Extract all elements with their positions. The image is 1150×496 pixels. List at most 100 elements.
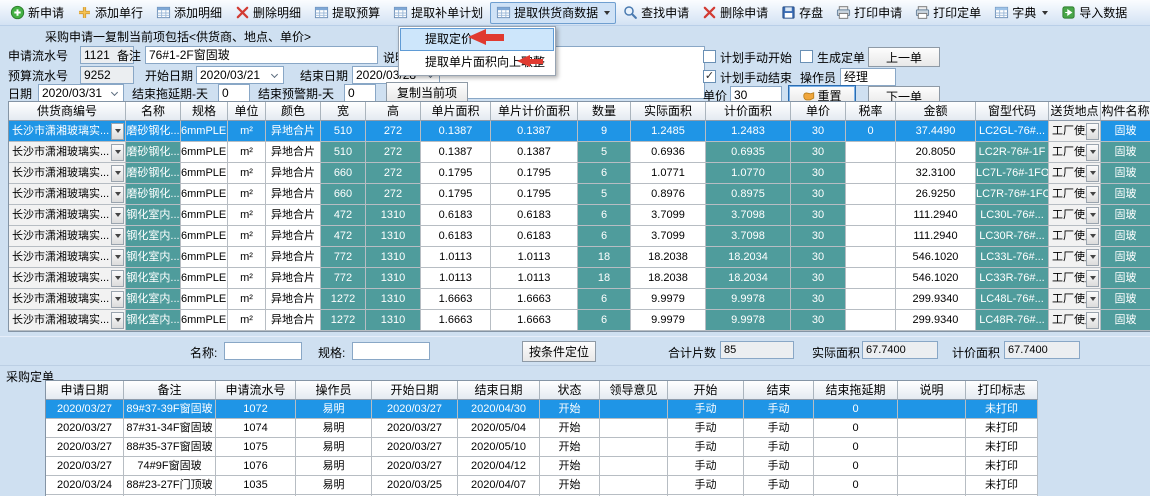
toolbar-button-print-application[interactable]: 打印申请 xyxy=(830,2,908,24)
checkbox-generate-order[interactable] xyxy=(800,50,813,63)
cell-component-name[interactable]: 固玻 xyxy=(1101,247,1150,268)
cell-piece-priced-area[interactable]: 0.6183 xyxy=(491,226,578,247)
cell-unit[interactable]: m² xyxy=(228,184,266,205)
cell-width[interactable]: 510 xyxy=(321,142,366,163)
cell-qty[interactable]: 6 xyxy=(578,226,631,247)
cell-supplier[interactable]: 长沙市潇湘玻璃实... xyxy=(9,142,126,163)
cell-leader-opinion[interactable] xyxy=(600,438,668,457)
cell-actual-area[interactable]: 18.2038 xyxy=(631,247,706,268)
cell-unit-price[interactable]: 30 xyxy=(791,310,846,331)
cell-apply-date[interactable]: 2020/03/27 xyxy=(46,419,124,438)
cell-color[interactable]: 异地合片 xyxy=(266,205,321,226)
cell-supplier[interactable]: 长沙市潇湘玻璃实... xyxy=(9,289,126,310)
cell-height[interactable]: 1310 xyxy=(366,226,421,247)
cell-qty[interactable]: 9 xyxy=(578,121,631,142)
cell-priced-area[interactable]: 3.7098 xyxy=(706,205,791,226)
cell-print-flag[interactable]: 未打印 xyxy=(966,400,1038,419)
combo-arrow-icon[interactable] xyxy=(1086,186,1099,203)
budget-serial-field[interactable]: 9252 xyxy=(80,66,134,84)
column-header-apply-date[interactable]: 申请日期 xyxy=(46,381,124,400)
column-header-piece-area[interactable]: 单片面积 xyxy=(421,102,491,121)
cell-width[interactable]: 1272 xyxy=(321,289,366,310)
cell-color[interactable]: 异地合片 xyxy=(266,268,321,289)
cell-delivery-location[interactable]: 工厂使用 xyxy=(1049,205,1101,226)
cell-spec[interactable]: 6mmPLE... xyxy=(181,247,228,268)
cell-window-code[interactable]: LC7L-76#-1FO xyxy=(976,163,1049,184)
cell-start-date[interactable]: 2020/03/27 xyxy=(372,438,458,457)
cell-piece-priced-area[interactable]: 0.1387 xyxy=(491,142,578,163)
table-row[interactable]: 2020/03/2789#37-39F窗固玻1072易明2020/03/2720… xyxy=(46,400,1036,419)
cell-piece-priced-area[interactable]: 1.6663 xyxy=(491,310,578,331)
toolbar-button-delete-detail[interactable]: 删除明细 xyxy=(229,2,307,24)
cell-status[interactable]: 开始 xyxy=(540,476,600,495)
cell-actual-area[interactable]: 1.2485 xyxy=(631,121,706,142)
table-row[interactable]: 2020/03/2774#9F窗固玻1076易明2020/03/272020/0… xyxy=(46,457,1036,476)
cell-piece-area[interactable]: 1.6663 xyxy=(421,310,491,331)
column-header-unit-price[interactable]: 单价 xyxy=(791,102,846,121)
column-header-component-name[interactable]: 构件名称 xyxy=(1101,102,1150,121)
combo-arrow-icon[interactable] xyxy=(1086,291,1099,308)
cell-tax-rate[interactable] xyxy=(846,205,896,226)
operator-field[interactable]: 经理 xyxy=(840,68,896,86)
cell-color[interactable]: 异地合片 xyxy=(266,247,321,268)
cell-supplier[interactable]: 长沙市潇湘玻璃实... xyxy=(9,205,126,226)
previous-order-button[interactable]: 上一单 xyxy=(868,47,940,67)
cell-note[interactable] xyxy=(898,457,966,476)
cell-delivery-location[interactable]: 工厂使用 xyxy=(1049,163,1101,184)
cell-leader-opinion[interactable] xyxy=(600,457,668,476)
cell-remark[interactable]: 87#31-34F窗固玻 xyxy=(124,419,216,438)
combo-arrow-icon[interactable] xyxy=(111,186,124,203)
cell-start-date[interactable]: 2020/03/27 xyxy=(372,457,458,476)
cell-remark[interactable]: 89#37-39F窗固玻 xyxy=(124,400,216,419)
cell-actual-area[interactable]: 9.9979 xyxy=(631,289,706,310)
cell-amount[interactable]: 26.9250 xyxy=(896,184,976,205)
cell-operator[interactable]: 易明 xyxy=(296,457,372,476)
combo-arrow-icon[interactable] xyxy=(111,228,124,245)
cell-color[interactable]: 异地合片 xyxy=(266,121,321,142)
cell-print-flag[interactable]: 未打印 xyxy=(966,438,1038,457)
cell-window-code[interactable]: LC7R-76#-1FO xyxy=(976,184,1049,205)
cell-spec[interactable]: 6mmPLE... xyxy=(181,310,228,331)
cell-unit[interactable]: m² xyxy=(228,142,266,163)
table-row[interactable]: 长沙市潇湘玻璃实...钢化室内...6mmPLE...m²异地合片7721310… xyxy=(9,268,1149,289)
cell-tax-rate[interactable] xyxy=(846,268,896,289)
cell-color[interactable]: 异地合片 xyxy=(266,226,321,247)
cell-start[interactable]: 手动 xyxy=(668,419,744,438)
cell-tax-rate[interactable] xyxy=(846,142,896,163)
column-header-qty[interactable]: 数量 xyxy=(578,102,631,121)
column-header-status[interactable]: 状态 xyxy=(540,381,600,400)
cell-serial-no[interactable]: 1035 xyxy=(216,476,296,495)
cell-name[interactable]: 磨砂钢化... xyxy=(126,121,181,142)
toolbar-button-add-single-row[interactable]: 添加单行 xyxy=(71,2,149,24)
cell-window-code[interactable]: LC33R-76#... xyxy=(976,268,1049,289)
name-filter-input[interactable] xyxy=(224,342,302,360)
dropdown-caret-icon[interactable] xyxy=(1042,11,1048,15)
cell-color[interactable]: 异地合片 xyxy=(266,142,321,163)
cell-supplier[interactable]: 长沙市潇湘玻璃实... xyxy=(9,268,126,289)
cell-name[interactable]: 钢化室内... xyxy=(126,247,181,268)
spec-filter-input[interactable] xyxy=(352,342,430,360)
cell-amount[interactable]: 111.2940 xyxy=(896,226,976,247)
cell-end-delay[interactable]: 0 xyxy=(814,438,898,457)
cell-tax-rate[interactable] xyxy=(846,289,896,310)
cell-height[interactable]: 272 xyxy=(366,121,421,142)
cell-start[interactable]: 手动 xyxy=(668,457,744,476)
cell-unit-price[interactable]: 30 xyxy=(791,142,846,163)
cell-status[interactable]: 开始 xyxy=(540,419,600,438)
cell-component-name[interactable]: 固玻 xyxy=(1101,205,1150,226)
cell-tax-rate[interactable] xyxy=(846,247,896,268)
table-row[interactable]: 长沙市潇湘玻璃实...钢化室内...6mmPLE...m²异地合片1272131… xyxy=(9,310,1149,331)
cell-piece-area[interactable]: 0.1795 xyxy=(421,163,491,184)
cell-delivery-location[interactable]: 工厂使用 xyxy=(1049,142,1101,163)
cell-leader-opinion[interactable] xyxy=(600,400,668,419)
cell-spec[interactable]: 6mmPLE... xyxy=(181,163,228,184)
cell-width[interactable]: 1272 xyxy=(321,310,366,331)
cell-note[interactable] xyxy=(898,419,966,438)
cell-end[interactable]: 手动 xyxy=(744,476,814,495)
cell-apply-date[interactable]: 2020/03/27 xyxy=(46,438,124,457)
cell-note[interactable] xyxy=(898,400,966,419)
combo-arrow-icon[interactable] xyxy=(111,123,124,140)
cell-piece-area[interactable]: 1.0113 xyxy=(421,268,491,289)
checkbox-plan-manual-end[interactable] xyxy=(703,70,716,83)
column-header-tax-rate[interactable]: 税率 xyxy=(846,102,896,121)
